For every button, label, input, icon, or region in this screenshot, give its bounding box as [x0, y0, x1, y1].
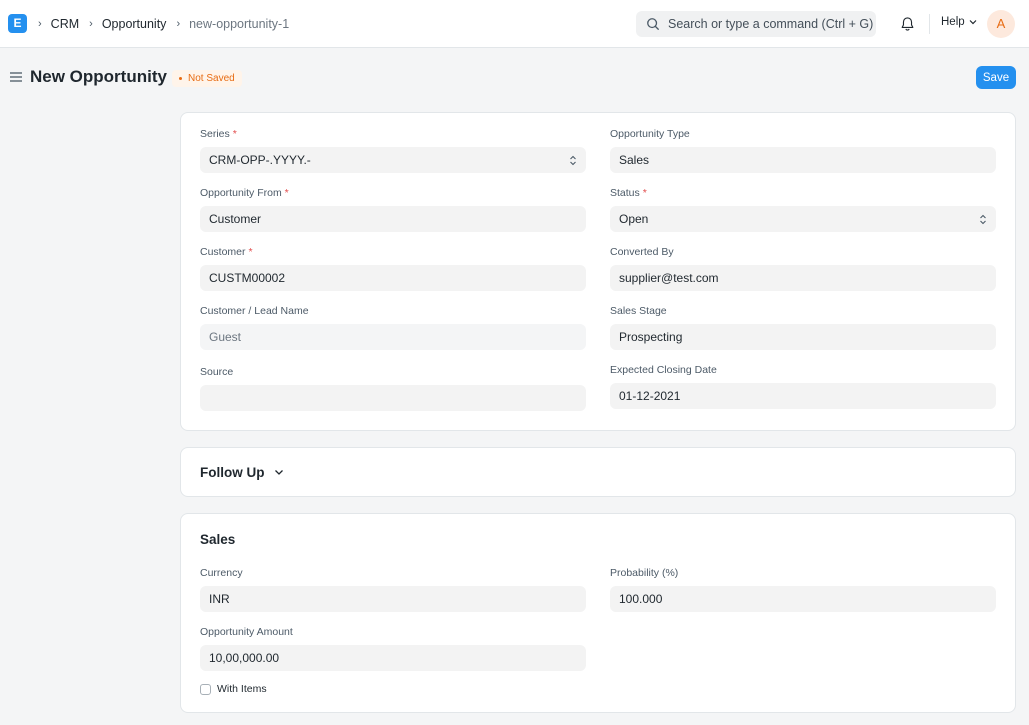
source-field: Source: [200, 365, 586, 411]
save-button[interactable]: Save: [976, 66, 1016, 89]
search-bar[interactable]: [636, 11, 876, 37]
series-select[interactable]: CRM-OPP-.YYYY.-: [200, 147, 586, 173]
chevron-right-icon: ›: [176, 18, 181, 30]
source-label: Source: [200, 366, 234, 378]
status-badge-label: Not Saved: [188, 73, 235, 84]
navbar-divider: [929, 14, 930, 34]
chevron-right-icon: ›: [38, 18, 42, 30]
probability-input[interactable]: 100.000: [610, 586, 996, 612]
chevron-right-icon: ›: [89, 18, 93, 30]
breadcrumb-current: new-opportunity-1: [189, 17, 290, 31]
sidebar-toggle-icon[interactable]: [10, 72, 22, 82]
customer-input[interactable]: CUSTM00002: [200, 265, 586, 291]
customer-label: Customer: [200, 246, 246, 258]
status-select[interactable]: Open: [610, 206, 996, 232]
status-dot-icon: [179, 77, 182, 80]
notification-bell-icon[interactable]: [900, 16, 915, 32]
follow-up-section[interactable]: Follow Up: [180, 447, 1016, 497]
converted-by-input[interactable]: supplier@test.com: [610, 265, 996, 291]
help-dropdown[interactable]: Help: [941, 16, 977, 28]
status-value: Open: [619, 212, 649, 226]
status-label: Status: [610, 187, 640, 199]
closing-date-label: Expected Closing Date: [610, 364, 717, 376]
series-field: Series * CRM-OPP-.YYYY.-: [200, 127, 586, 173]
search-input[interactable]: [668, 17, 873, 31]
search-icon: [647, 18, 659, 30]
lead-name-label: Customer / Lead Name: [200, 305, 309, 317]
probability-field: Probability (%) 100.000: [610, 566, 996, 612]
closing-date-value: 01-12-2021: [619, 389, 681, 403]
closing-date-input[interactable]: 01-12-2021: [610, 383, 996, 409]
currency-value: INR: [209, 592, 230, 606]
sales-title: Sales: [200, 532, 236, 547]
customer-value: CUSTM00002: [209, 271, 286, 285]
series-value: CRM-OPP-.YYYY.-: [209, 153, 311, 167]
sales-stage-label: Sales Stage: [610, 305, 667, 317]
source-input[interactable]: [200, 385, 586, 411]
lead-name-value: Guest: [209, 330, 242, 344]
follow-up-title: Follow Up: [200, 465, 265, 480]
select-arrows-icon: [570, 155, 576, 165]
select-arrows-icon: [980, 214, 986, 224]
opportunity-type-label: Opportunity Type: [610, 128, 690, 140]
sales-section: Sales Currency INR Opportunity Amount 10…: [180, 513, 1016, 713]
opportunity-amount-value: 10,00,000.00: [209, 651, 280, 665]
required-marker: *: [248, 246, 253, 258]
app-logo[interactable]: E: [8, 14, 27, 33]
sales-stage-field: Sales Stage Prospecting: [610, 304, 996, 350]
follow-up-header[interactable]: Follow Up: [200, 465, 284, 480]
chevron-down-icon: [969, 20, 977, 25]
opportunity-type-value: Sales: [619, 153, 650, 167]
probability-value: 100.000: [619, 592, 663, 606]
status-field: Status * Open: [610, 186, 996, 232]
page-title: New Opportunity: [30, 67, 167, 86]
sales-stage-value: Prospecting: [619, 330, 683, 344]
converted-by-field: Converted By supplier@test.com: [610, 245, 996, 291]
opportunity-amount-input[interactable]: 10,00,000.00: [200, 645, 586, 671]
with-items-row[interactable]: With Items: [200, 683, 267, 695]
opportunity-amount-field: Opportunity Amount 10,00,000.00: [200, 625, 586, 671]
currency-field: Currency INR: [200, 566, 586, 612]
status-badge: Not Saved: [172, 70, 242, 87]
breadcrumb: › CRM › Opportunity › new-opportunity-1: [38, 16, 299, 32]
breadcrumb-opportunity[interactable]: Opportunity: [102, 17, 167, 31]
opportunity-amount-label: Opportunity Amount: [200, 626, 293, 638]
sales-stage-input[interactable]: Prospecting: [610, 324, 996, 350]
opportunity-from-value: Customer: [209, 212, 262, 226]
user-avatar[interactable]: A: [987, 10, 1015, 38]
with-items-checkbox[interactable]: [200, 683, 211, 695]
opportunity-from-label: Opportunity From: [200, 187, 282, 199]
currency-label: Currency: [200, 567, 243, 579]
opportunity-type-input[interactable]: Sales: [610, 147, 996, 173]
closing-date-field: Expected Closing Date 01-12-2021: [610, 363, 996, 409]
with-items-label: With Items: [217, 683, 267, 695]
opportunity-from-field: Opportunity From * Customer: [200, 186, 586, 232]
converted-by-value: supplier@test.com: [619, 271, 719, 285]
chevron-down-icon: [274, 470, 283, 475]
lead-name-readonly: Guest: [200, 324, 586, 350]
currency-input[interactable]: INR: [200, 586, 586, 612]
opportunity-from-input[interactable]: Customer: [200, 206, 586, 232]
required-marker: *: [284, 187, 289, 199]
required-marker: *: [232, 128, 237, 140]
help-label: Help: [941, 16, 965, 28]
customer-field: Customer * CUSTM00002: [200, 245, 586, 291]
breadcrumb-crm[interactable]: CRM: [51, 17, 79, 31]
lead-name-field: Customer / Lead Name Guest: [200, 304, 586, 350]
opportunity-type-field: Opportunity Type Sales: [610, 127, 996, 173]
converted-by-label: Converted By: [610, 246, 674, 258]
details-section: Series * CRM-OPP-.YYYY.- Opportunity Fro…: [180, 112, 1016, 431]
series-label: Series: [200, 128, 230, 140]
navbar: E › CRM › Opportunity › new-opportunity-…: [0, 0, 1029, 48]
required-marker: *: [642, 187, 647, 199]
probability-label: Probability (%): [610, 567, 679, 579]
